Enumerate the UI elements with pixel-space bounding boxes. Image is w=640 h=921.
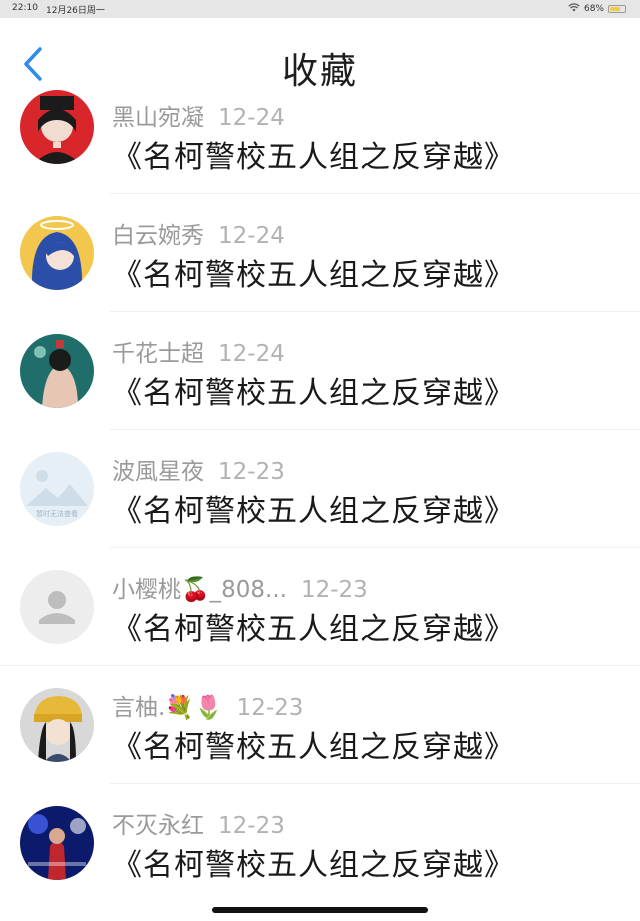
list-item[interactable]: 言柚.💐🌷 12-23 《名柯警校五人组之反穿越》: [0, 666, 640, 784]
battery-fill: [610, 7, 620, 11]
avatar-placeholder-text: 暂时无法查看: [36, 509, 78, 518]
list-item[interactable]: 暂时无法查看 波風星夜 12-23 《名柯警校五人组之反穿越》: [0, 430, 640, 548]
item-author: 言柚.💐🌷: [112, 695, 223, 721]
item-date: 12-23: [218, 459, 285, 485]
item-name-row: 不灭永红 12-23: [112, 806, 285, 840]
item-name-row: 千花士超 12-24: [112, 334, 285, 368]
wifi-icon: [568, 3, 580, 15]
item-author: 小樱桃🍒_808...: [112, 577, 287, 603]
item-name-row: 白云婉秀 12-24: [112, 216, 285, 250]
item-name-row: 黑山宛凝 12-24: [112, 98, 285, 132]
item-name-row: 言柚.💐🌷 12-23: [112, 688, 303, 722]
item-name-row: 小樱桃🍒_808... 12-23: [112, 570, 368, 604]
item-name-row: 波風星夜 12-23: [112, 452, 285, 486]
item-date: 12-23: [300, 577, 368, 603]
item-date: 12-24: [218, 341, 285, 367]
item-date: 12-23: [236, 695, 304, 721]
status-bar: 22:10 12月26日周一 68%: [0, 0, 640, 18]
list-item[interactable]: 黑山宛凝 12-24 《名柯警校五人组之反穿越》: [0, 90, 640, 194]
default-user-icon: [20, 570, 94, 644]
battery-icon: [608, 5, 626, 13]
item-title: 《名柯警校五人组之反穿越》: [112, 376, 515, 411]
avatar: [20, 334, 94, 408]
item-date: 12-24: [218, 223, 285, 249]
avatar: [20, 216, 94, 290]
status-time: 22:10: [12, 3, 38, 13]
item-date: 12-23: [218, 813, 285, 839]
list-item[interactable]: 小樱桃🍒_808... 12-23 《名柯警校五人组之反穿越》: [0, 548, 640, 666]
item-author: 千花士超: [112, 341, 204, 367]
avatar: [20, 688, 94, 762]
home-indicator[interactable]: [212, 907, 428, 913]
item-title: 《名柯警校五人组之反穿越》: [112, 258, 515, 293]
item-title: 《名柯警校五人组之反穿越》: [112, 612, 515, 647]
item-author: 不灭永红: [112, 813, 204, 839]
item-title: 《名柯警校五人组之反穿越》: [112, 848, 515, 883]
item-title: 《名柯警校五人组之反穿越》: [112, 140, 515, 175]
item-author: 白云婉秀: [112, 223, 204, 249]
favorites-list: 黑山宛凝 12-24 《名柯警校五人组之反穿越》 白云婉秀 12-24 《名柯警校五…: [0, 90, 640, 902]
page-title: 收藏: [281, 51, 358, 92]
avatar: 暂时无法查看: [20, 452, 94, 526]
item-title: 《名柯警校五人组之反穿越》: [112, 494, 515, 529]
avatar: [20, 570, 94, 644]
item-author: 黑山宛凝: [112, 105, 204, 131]
item-title: 《名柯警校五人组之反穿越》: [112, 730, 515, 765]
item-date: 12-24: [218, 105, 285, 131]
avatar: [20, 806, 94, 880]
nav-bar: 收藏: [0, 18, 640, 98]
list-item[interactable]: 白云婉秀 12-24 《名柯警校五人组之反穿越》: [0, 194, 640, 312]
status-date: 12月26日周一: [46, 6, 105, 16]
list-item[interactable]: 不灭永红 12-23 《名柯警校五人组之反穿越》: [0, 784, 640, 902]
list-item[interactable]: 千花士超 12-24 《名柯警校五人组之反穿越》: [0, 312, 640, 430]
avatar: [20, 90, 94, 164]
status-right: 68%: [568, 3, 626, 15]
battery-percent: 68%: [583, 4, 604, 14]
item-author: 波風星夜: [112, 459, 204, 485]
